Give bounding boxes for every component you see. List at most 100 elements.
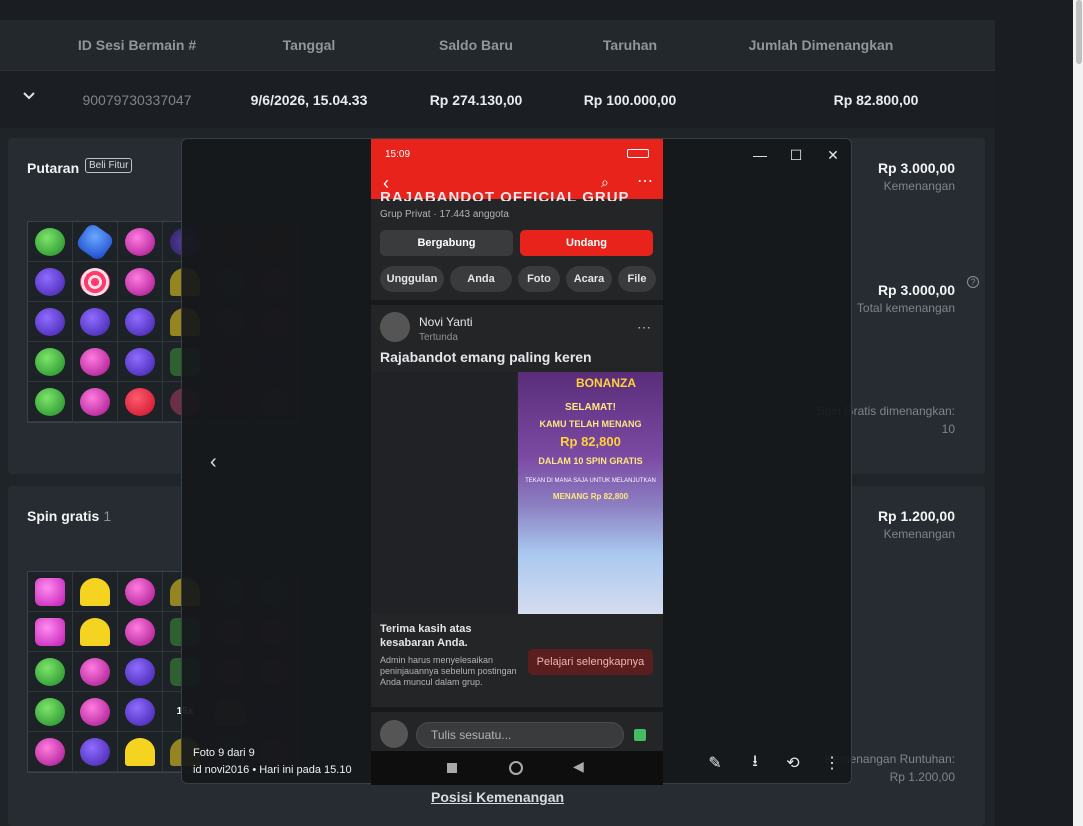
chip-files[interactable]: File: [618, 266, 656, 292]
post-image-promo: BONANZA SELAMAT! KAMU TELAH MENANG Rp 82…: [518, 372, 663, 614]
group-title: RAJABANDOT OFFICIAL GRUP: [380, 189, 630, 201]
notice-body: Admin harus menyelesaikan peninjauannya …: [380, 655, 517, 687]
more-icon[interactable]: ⋯: [637, 171, 653, 191]
symbol-cell: [28, 222, 73, 262]
watermelon-icon: [35, 387, 65, 416]
plum-icon: [80, 387, 110, 416]
watermelon-icon: [35, 657, 65, 686]
promo-amount: Rp 82,800: [560, 434, 621, 449]
chip-events[interactable]: Acara: [566, 266, 612, 292]
previous-photo-icon[interactable]: ‹: [210, 451, 217, 474]
system-nav-bar: ◀: [371, 751, 663, 785]
recents-icon[interactable]: [447, 763, 457, 773]
chevron-down-icon[interactable]: [22, 89, 36, 103]
grape-icon: [35, 307, 65, 336]
edit-icon[interactable]: ✎: [705, 753, 725, 773]
symbol-cell: [73, 221, 118, 262]
table-header: ID Sesi Bermain # Tanggal Saldo Baru Tar…: [0, 20, 995, 70]
plum-icon: [125, 577, 155, 606]
total-win-label: Total kemenangan: [856, 301, 955, 315]
symbol-cell: [28, 302, 73, 342]
session-balance: Rp 274.130,00: [429, 92, 523, 108]
plum-icon: [125, 227, 155, 256]
top-bar: [0, 0, 1083, 20]
plum-icon: [80, 347, 110, 376]
win-positions-link[interactable]: Posisi Kemenangan: [431, 789, 564, 805]
close-icon[interactable]: ✕: [823, 145, 843, 165]
symbol-cell: [28, 382, 73, 422]
photo-icon[interactable]: [634, 729, 646, 741]
grape-icon: [80, 737, 110, 766]
grape-icon: [125, 657, 155, 686]
invite-button[interactable]: Undang: [520, 230, 653, 256]
plum-icon: [80, 697, 110, 726]
photo-viewer: — ☐ ✕ ‹ 15:09 ‹ ⌕ ⋯ RAJABANDOT OFFICIAL …: [181, 138, 852, 785]
table-row[interactable]: 90079730337047 9/6/2026, 15.04.33 Rp 274…: [0, 70, 995, 128]
spin-win-value: Rp 3.000,00: [877, 160, 955, 176]
chip-featured[interactable]: Unggulan: [380, 266, 444, 292]
symbol-cell: [73, 612, 118, 652]
symbol-cell: [118, 222, 163, 262]
grape-icon: [80, 307, 110, 336]
phone-time: 15:09: [385, 149, 411, 160]
spin-title: Putaran: [27, 160, 80, 176]
rotate-icon[interactable]: ⟲: [783, 753, 803, 773]
join-button[interactable]: Bergabung: [380, 230, 513, 256]
symbol-cell: [118, 612, 163, 652]
post-more-icon[interactable]: ⋯: [637, 319, 651, 336]
symbol-cell: [118, 692, 163, 732]
session-win: Rp 82.800,00: [833, 92, 919, 108]
symbol-cell: [73, 572, 118, 612]
compose-input[interactable]: Tulis sesuatu...: [416, 722, 624, 748]
learn-more-button[interactable]: Pelajari selengkapnya: [528, 649, 653, 675]
promo-won: KAMU TELAH MENANG: [539, 419, 642, 429]
symbol-cell: [28, 692, 73, 732]
symbol-cell: [28, 342, 73, 382]
maximize-icon[interactable]: ☐: [786, 145, 806, 165]
free-spins-value: 10: [941, 422, 955, 436]
post-image-table: [371, 372, 516, 614]
free-spin-count: 1: [103, 508, 112, 524]
symbol-cell: [118, 262, 163, 302]
promo-spins: DALAM 10 SPIN GRATIS: [538, 456, 643, 466]
minimize-icon[interactable]: —: [750, 145, 770, 165]
col-win: Jumlah Dimenangkan: [748, 37, 894, 53]
home-icon[interactable]: [509, 761, 523, 775]
symbol-cell: [118, 732, 163, 772]
avatar: [380, 312, 410, 342]
chip-photo[interactable]: Foto: [518, 266, 560, 292]
scrollbar[interactable]: [1073, 0, 1083, 826]
symbol-cell: [118, 572, 163, 612]
free-win-label: Kemenangan: [883, 527, 955, 541]
symbol-cell: [28, 732, 73, 772]
spin-win-label: Kemenangan: [883, 179, 955, 193]
grape-icon: [125, 697, 155, 726]
chip-you[interactable]: Anda: [450, 266, 512, 292]
pink-candy-icon: [35, 577, 65, 606]
symbol-cell: [73, 342, 118, 382]
group-info: Grup Privat · 17.443 anggota: [380, 209, 509, 220]
grape-icon: [125, 307, 155, 336]
more-options-icon[interactable]: ⋮: [822, 753, 842, 773]
free-spin-title-text: Spin gratis: [27, 508, 100, 524]
banana-icon: [80, 617, 110, 646]
divider: [371, 300, 663, 305]
grape-icon: [125, 347, 155, 376]
symbol-cell: [73, 692, 118, 732]
battery-icon: [627, 149, 649, 158]
symbol-cell: [28, 262, 73, 302]
symbol-cell: [73, 652, 118, 692]
symbol-cell: [118, 382, 163, 422]
promo-congrats: SELAMAT!: [565, 402, 616, 413]
back-nav-icon[interactable]: ◀: [573, 758, 584, 775]
join-label: Bergabung: [417, 237, 476, 249]
symbol-cell: [73, 262, 118, 302]
info-icon[interactable]: ?: [967, 276, 979, 288]
scrollbar-thumb[interactable]: [1076, 0, 1082, 64]
phone-screenshot: 15:09 ‹ ⌕ ⋯ RAJABANDOT OFFICIAL GRUP Gru…: [371, 139, 663, 785]
plum-icon: [125, 617, 155, 646]
notice-title: Terima kasih atas kesabaran Anda.: [380, 623, 472, 649]
promo-brand: BONANZA: [576, 376, 636, 390]
banana-icon: [125, 737, 155, 766]
download-icon[interactable]: ⭳: [745, 753, 765, 773]
